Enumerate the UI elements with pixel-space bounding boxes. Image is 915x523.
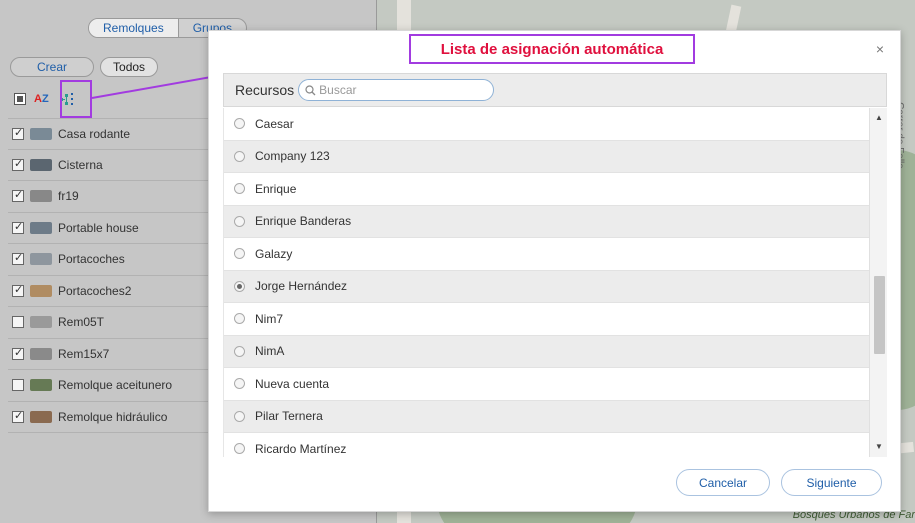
trailer-checkbox[interactable] (12, 316, 24, 329)
list-scrollbar[interactable]: ▲ ▼ (869, 108, 887, 457)
select-all-checkbox[interactable] (14, 93, 26, 105)
resources-list-viewport: Caesar Company 123 Enrique Enrique Banderas… (223, 108, 887, 457)
trailer-checkbox[interactable] (12, 409, 24, 423)
resource-radio[interactable] (234, 280, 245, 292)
resource-radio[interactable] (234, 345, 245, 357)
resource-row[interactable]: Ricardo Martínez (224, 433, 870, 457)
trailer-label: fr19 (58, 189, 79, 204)
resource-radio[interactable] (234, 378, 245, 390)
resource-radio[interactable] (234, 183, 245, 195)
resource-row[interactable]: NimA (224, 335, 870, 368)
resource-row[interactable]: Enrique Banderas (224, 205, 870, 238)
trailer-label: Cisterna (58, 157, 103, 172)
resource-name: Enrique (255, 181, 297, 196)
dialog-title: Lista de asignación automática (409, 34, 695, 64)
trailer-thumbnail-icon (30, 190, 52, 203)
trailer-thumbnail-icon (30, 253, 52, 266)
resource-name: Pilar Ternera (255, 409, 323, 424)
trailer-checkbox[interactable] (12, 220, 24, 234)
trailer-thumbnail-icon (30, 221, 52, 234)
trailer-thumbnail-icon (30, 284, 52, 297)
trailer-checkbox[interactable] (12, 126, 24, 140)
trailer-checkbox[interactable] (12, 251, 24, 266)
trailer-thumbnail-icon (30, 347, 52, 360)
trailer-label: Portable house (58, 220, 139, 235)
trailer-thumbnail-icon (30, 379, 52, 392)
trailer-label: Remolque aceitunero (58, 378, 173, 393)
scroll-down-icon[interactable]: ▼ (870, 439, 887, 455)
resource-radio[interactable] (234, 248, 245, 260)
resource-name: Galazy (255, 246, 293, 261)
resource-radio[interactable] (234, 118, 245, 130)
search-box (298, 79, 495, 101)
resource-radio[interactable] (234, 313, 245, 325)
resource-row[interactable]: Caesar (224, 108, 870, 141)
trailer-thumbnail-icon (30, 316, 52, 329)
resource-row[interactable]: Enrique (224, 173, 870, 206)
resource-name: NimA (255, 344, 285, 359)
resource-name: Ricardo Martínez (255, 441, 347, 456)
resource-row[interactable]: Nueva cuenta (224, 368, 870, 401)
trailer-checkbox[interactable] (12, 379, 24, 392)
search-input[interactable] (319, 83, 480, 97)
resource-radio[interactable] (234, 215, 245, 227)
resource-name: Company 123 (255, 149, 330, 164)
trailer-label: Portacoches2 (58, 283, 132, 298)
trailer-label: Rem15x7 (58, 346, 110, 361)
resource-name: Enrique Banderas (255, 214, 352, 229)
trailer-checkbox[interactable] (12, 157, 24, 171)
cancel-button[interactable]: Cancelar (676, 469, 770, 496)
resource-name: Nim7 (255, 311, 284, 326)
scroll-up-icon[interactable]: ▲ (870, 110, 887, 126)
trailer-label: Remolque hidráulico (58, 409, 168, 424)
filter-all-button[interactable]: Todos (100, 57, 159, 77)
close-icon[interactable]: × (876, 41, 884, 57)
trailer-label: Casa rodante (58, 126, 131, 141)
auto-assign-dialog: Lista de asignación automática × Recurso… (208, 30, 901, 512)
resource-radio[interactable] (234, 150, 245, 162)
panel-actions: Crear Todos (10, 57, 159, 77)
search-icon (305, 84, 316, 95)
icon-highlight-box (60, 80, 92, 118)
create-button[interactable]: Crear (10, 57, 95, 77)
resources-header: Recursos (223, 73, 887, 107)
next-button[interactable]: Siguiente (781, 469, 882, 496)
resource-row[interactable]: Pilar Ternera (224, 400, 870, 433)
trailer-checkbox[interactable] (12, 346, 24, 360)
trailer-label: Rem05T (58, 315, 105, 330)
trailer-thumbnail-icon (30, 410, 52, 423)
resources-label: Recursos (235, 82, 295, 98)
trailer-checkbox[interactable] (12, 188, 24, 203)
resource-name: Nueva cuenta (255, 376, 330, 391)
scrollbar-thumb[interactable] (874, 276, 885, 354)
trailer-thumbnail-icon (30, 127, 52, 140)
resource-row[interactable]: Galazy (224, 238, 870, 271)
tab-remolques[interactable]: Remolques (89, 19, 178, 37)
resource-row[interactable]: Nim7 (224, 303, 870, 336)
resource-radio[interactable] (234, 410, 245, 422)
resource-row[interactable]: Jorge Hernández (224, 270, 870, 303)
trailer-checkbox[interactable] (12, 283, 24, 297)
resource-row[interactable]: Company 123 (224, 140, 870, 173)
trailer-thumbnail-icon (30, 158, 52, 171)
resource-name: Caesar (255, 116, 294, 131)
sort-az-icon[interactable]: AZ (34, 93, 49, 105)
resources-list: Caesar Company 123 Enrique Enrique Banderas… (224, 108, 870, 457)
trailer-label: Portacoches (58, 252, 125, 267)
resource-name: Jorge Hernández (255, 279, 348, 294)
resource-radio[interactable] (234, 443, 245, 455)
